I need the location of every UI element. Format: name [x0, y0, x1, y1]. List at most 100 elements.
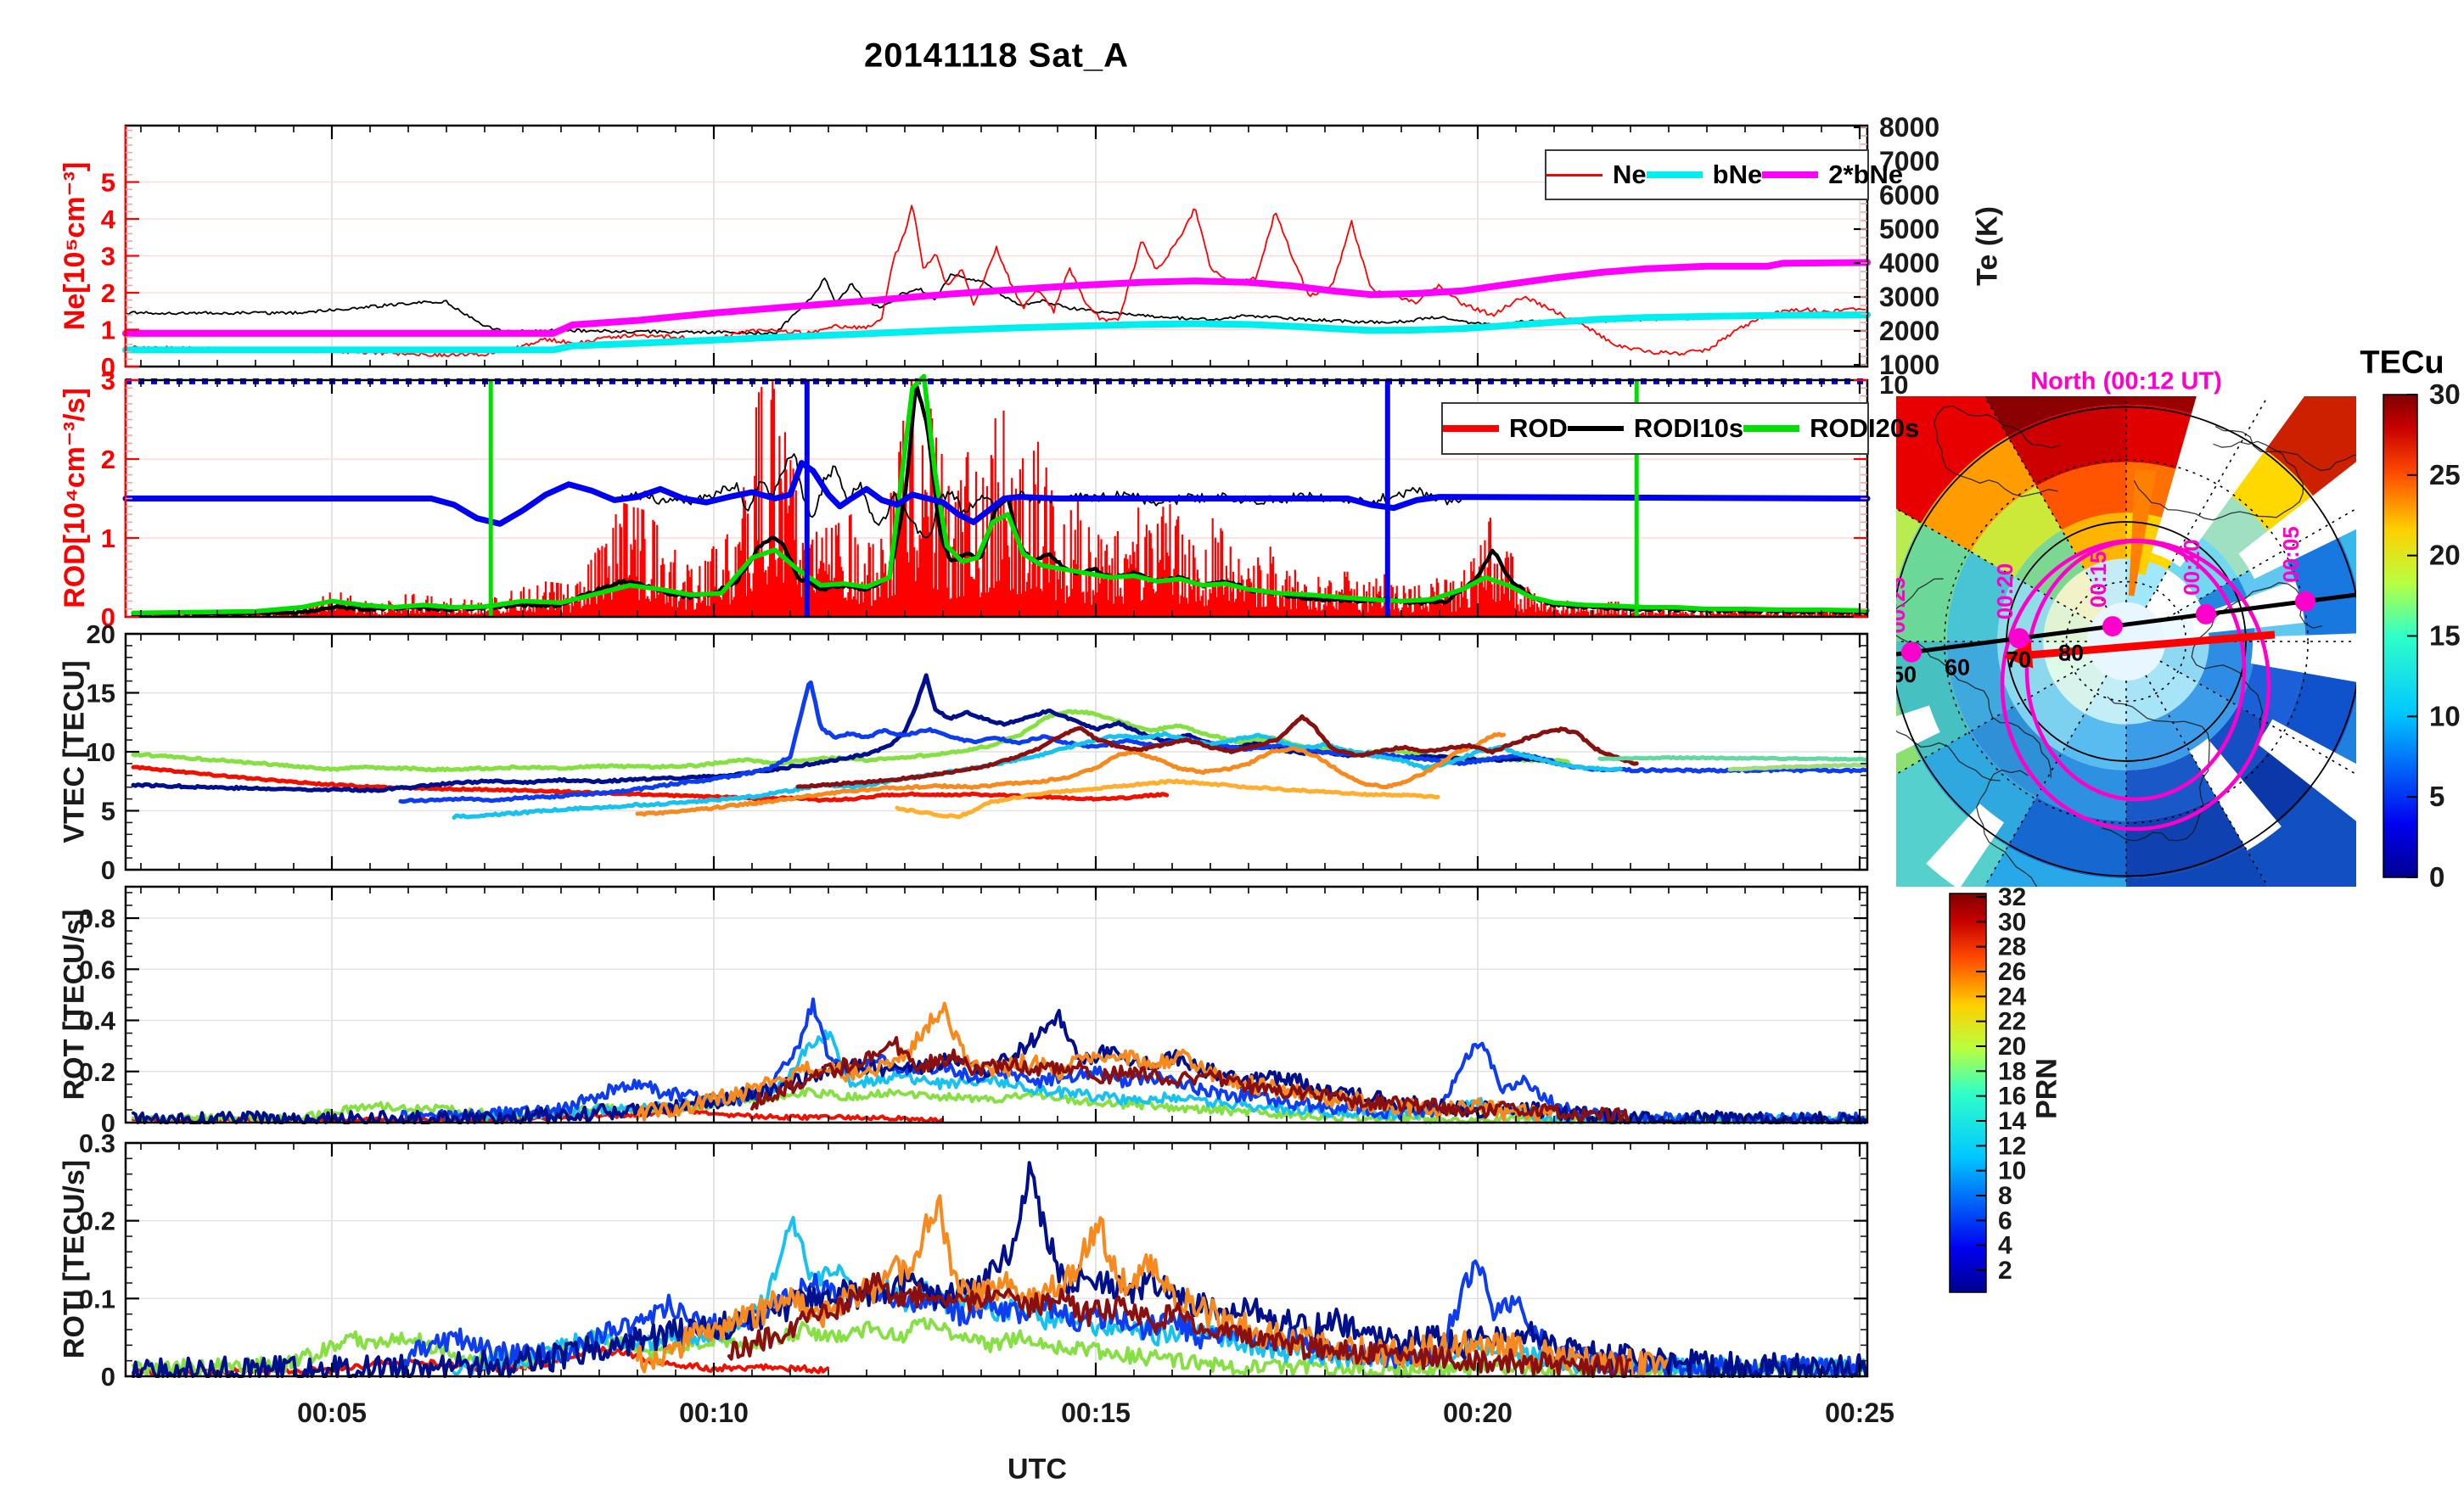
x-axis-label-utc: UTC [1007, 1453, 1067, 1486]
svg-text:80: 80 [2058, 640, 2084, 665]
svg-text:00:15: 00:15 [2085, 552, 2111, 608]
legend-label-ne: Ne [1613, 160, 1647, 189]
svg-text:20: 20 [1998, 1033, 2026, 1061]
y-axis-label-rot: ROT [TECU/s] [58, 909, 91, 1101]
y-axis-label-ne: Ne[10⁵cm⁻³] [59, 161, 91, 331]
legend-item: bNe [1646, 160, 1763, 190]
svg-text:0: 0 [101, 1362, 115, 1392]
legend-item: RODI20s [1743, 413, 1919, 444]
svg-text:2: 2 [101, 445, 115, 474]
svg-text:60: 60 [1945, 655, 1970, 681]
svg-text:22: 22 [1998, 1008, 2026, 1036]
svg-text:28: 28 [1998, 933, 2026, 961]
svg-text:10: 10 [1998, 1157, 2026, 1185]
series-prn12 [452, 731, 1623, 821]
legend-item: 2*bNe [1762, 160, 1903, 190]
legend-swatch-2bne [1762, 171, 1819, 178]
svg-text:20: 20 [87, 619, 115, 649]
chart-canvas: 0123451000200030004000500060007000800001… [79, 112, 2461, 1428]
panel-3: 00.20.40.60.8 [79, 885, 1869, 1138]
svg-text:14: 14 [1998, 1107, 2027, 1135]
svg-text:3: 3 [101, 366, 115, 395]
y-axis-label-vtec: VTEC [TECU] [58, 660, 91, 843]
svg-text:00:10: 00:10 [2179, 539, 2204, 596]
svg-text:00:20: 00:20 [1443, 1398, 1513, 1428]
svg-text:50: 50 [1891, 662, 1917, 687]
legend-rod-panel: ROD RODI10s RODI20s [1441, 402, 1919, 455]
svg-text:16: 16 [1998, 1083, 2026, 1111]
y-axis-label-te: Te (K) [1971, 206, 2004, 286]
legend-swatch-bne [1646, 171, 1703, 178]
svg-text:30: 30 [2429, 378, 2461, 410]
y-axis-label-rod: ROD[10⁴cm⁻³/s] [59, 388, 91, 608]
tecu-colorbar: 0 5 10 15 20 25 30 [2383, 378, 2461, 893]
svg-text:8: 8 [1998, 1182, 2012, 1210]
legend-swatch-rodi10s [1567, 426, 1624, 431]
polar-tec-map: 00:25 00:20 00:15 00:10 00:05 50 60 70 80 [1884, 396, 2356, 887]
legend-label-bne: bNe [1712, 160, 1763, 189]
series-prn18 [131, 709, 1570, 773]
figure: 0 1 2 3 4 5 1000 2000 3000 4000 5000 6000 7000 8000 0 1… [0, 0, 2464, 1490]
legend-label-rod: ROD [1509, 413, 1568, 443]
svg-text:0.3: 0.3 [79, 1129, 115, 1158]
legend-swatch-ne [1546, 173, 1602, 176]
svg-text:00:25: 00:25 [1884, 577, 1910, 634]
svg-text:00:05: 00:05 [2278, 526, 2304, 583]
panel-2: 05101520 [87, 619, 1869, 885]
svg-text:5000: 5000 [1879, 214, 1939, 244]
svg-text:1: 1 [101, 524, 115, 553]
svg-text:4000: 4000 [1879, 248, 1939, 278]
map-title: North (00:12 UT) [2030, 367, 2222, 395]
legend-swatch-rodi20s [1743, 425, 1800, 432]
svg-text:00:05: 00:05 [297, 1398, 367, 1428]
legend-item: RODI10s [1567, 413, 1744, 444]
prn-colorbar: 2468101214161820222426283032 [1949, 883, 2027, 1293]
x-axis-tick-labels: 00:05 00:10 00:15 00:20 00:25 [297, 1398, 1894, 1428]
y-axis-label-roti: ROTI [TECU/s] [58, 1159, 91, 1359]
svg-text:15: 15 [2429, 620, 2461, 652]
svg-text:70: 70 [2006, 647, 2031, 672]
svg-text:24: 24 [1998, 983, 2027, 1011]
series-prn16 [1597, 754, 1868, 762]
svg-text:5: 5 [2429, 781, 2444, 812]
svg-text:00:25: 00:25 [1825, 1398, 1894, 1428]
svg-text:10: 10 [1879, 370, 1908, 400]
svg-text:26: 26 [1998, 958, 2026, 986]
tecu-colorbar-title: TECu [2360, 344, 2444, 381]
prn-colorbar-label: PRN [2030, 1058, 2063, 1119]
svg-text:25: 25 [2429, 459, 2461, 490]
svg-text:4: 4 [1998, 1232, 2012, 1260]
legend-label-rodi10s: RODI10s [1633, 413, 1744, 443]
svg-text:2: 2 [1998, 1257, 2012, 1285]
svg-text:12: 12 [1998, 1132, 2026, 1160]
legend-item: Ne [1546, 160, 1647, 190]
svg-text:2: 2 [101, 278, 115, 308]
legend-label-2bne: 2*bNe [1828, 160, 1904, 189]
legend-label-rodi20s: RODI20s [1810, 413, 1920, 443]
svg-text:0: 0 [2429, 861, 2444, 893]
svg-text:4: 4 [101, 204, 116, 234]
svg-text:5: 5 [101, 797, 115, 826]
svg-text:00:15: 00:15 [1061, 1398, 1131, 1428]
svg-text:32: 32 [1998, 883, 2026, 911]
page-title: 20141118 Sat_A [863, 36, 1130, 75]
svg-text:3: 3 [101, 242, 115, 272]
svg-text:0: 0 [101, 855, 115, 885]
svg-text:00:10: 00:10 [679, 1398, 749, 1428]
svg-text:18: 18 [1998, 1057, 2026, 1085]
svg-text:8000: 8000 [1879, 112, 1939, 143]
svg-text:2000: 2000 [1879, 316, 1939, 346]
legend-item: ROD [1443, 413, 1568, 444]
svg-text:00:20: 00:20 [1992, 563, 2018, 620]
svg-text:10: 10 [2429, 700, 2461, 731]
svg-text:30: 30 [1998, 908, 2026, 936]
svg-text:5: 5 [101, 168, 115, 198]
legend-ne-panel: Ne bNe 2*bNe [1545, 149, 1903, 200]
series-RODI-blue [122, 460, 1871, 527]
svg-text:6: 6 [1998, 1207, 2012, 1235]
svg-text:1: 1 [101, 316, 115, 345]
legend-swatch-rod [1443, 425, 1499, 432]
panel-4: 00.10.20.3 [79, 1129, 1869, 1392]
svg-text:3000: 3000 [1879, 282, 1939, 312]
svg-text:20: 20 [2429, 540, 2461, 571]
